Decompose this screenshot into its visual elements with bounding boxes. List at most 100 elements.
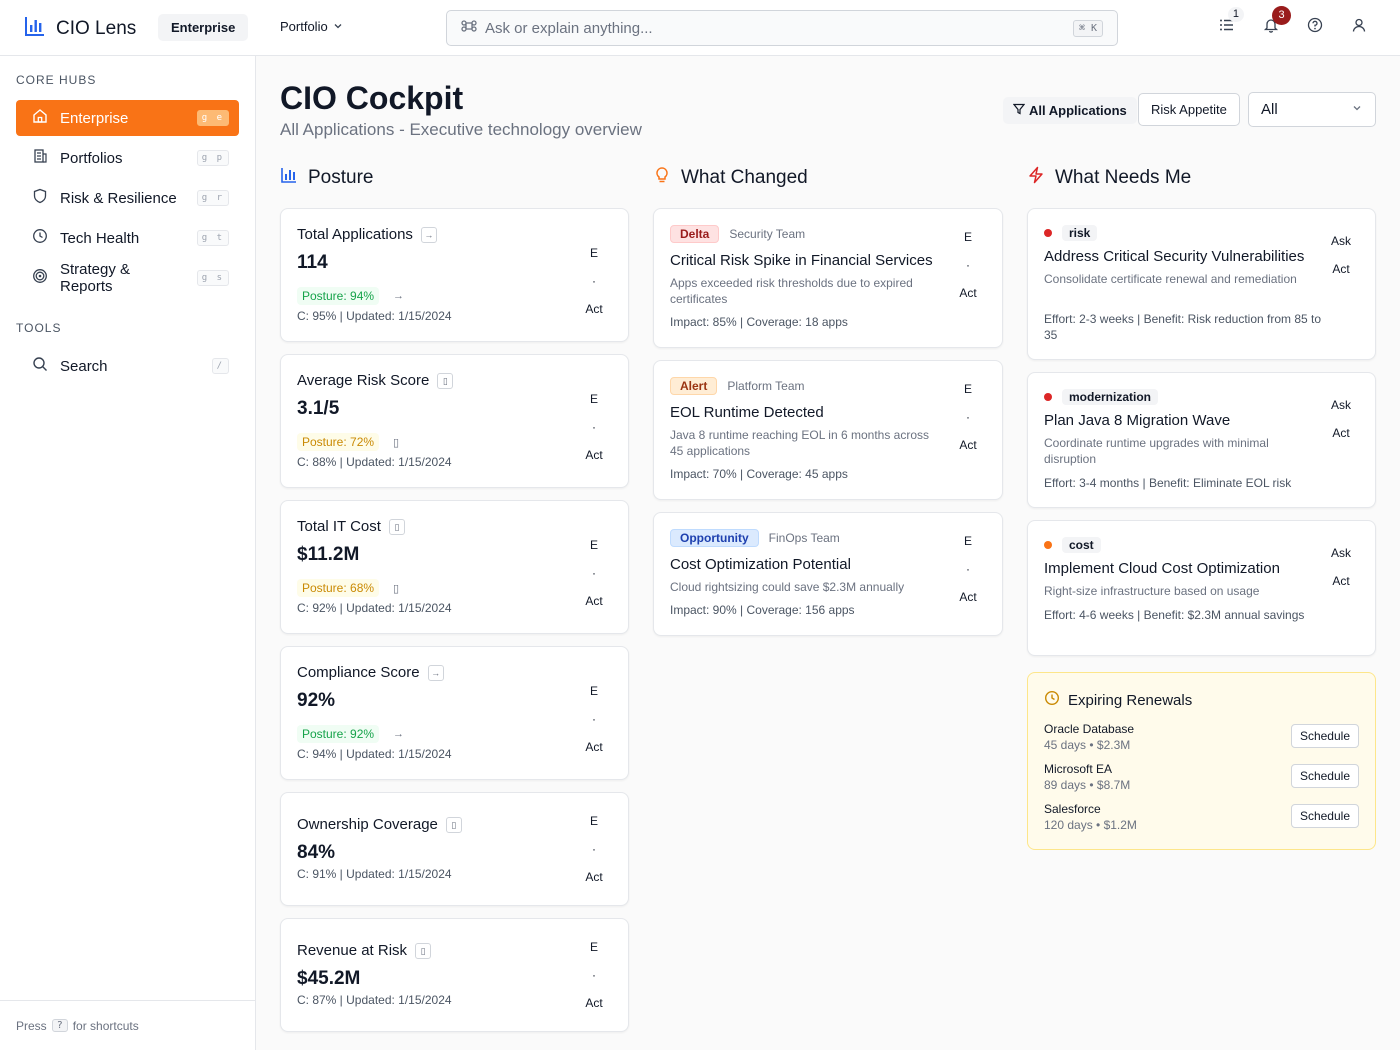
action-card[interactable]: cost Implement Cloud Cost Optimization R… [1027,520,1376,656]
ask-button[interactable]: Ask [1331,539,1351,567]
explain-act-controls[interactable]: E · Act [582,677,606,761]
sidebar-item-enterprise[interactable]: Enterprise g e [16,100,239,136]
footer-suffix: for shortcuts [72,1018,139,1033]
filter-icon [1012,103,1026,118]
explain-act-controls[interactable]: E · Act [582,933,606,1017]
schedule-button[interactable]: Schedule [1290,724,1359,748]
act-button[interactable]: Act [1331,567,1351,595]
shortcut-hint: / [211,358,229,374]
sidebar-item-risk-resilience[interactable]: Risk & Resilience g r [16,180,239,216]
act-button[interactable]: Act [956,431,980,459]
what-needs-me-heading: What Needs Me [1027,166,1191,190]
act-button[interactable]: Act [582,295,606,323]
command-search[interactable]: Ask or explain anything... ⌘ K [446,10,1118,46]
metric-card[interactable]: Total Applications → 114 Posture: 94% → C:… [280,208,629,342]
metric-card[interactable]: Total IT Cost ▯ $11.2M Posture: 68% ▯ C: 9… [280,500,629,634]
metric-label: Revenue at Risk [297,942,408,959]
ask-button[interactable]: Ask [1331,391,1351,419]
metric-meta: C: 94% | Updated: 1/15/2024 [297,747,452,761]
separator-dot: · [966,562,970,576]
action-card[interactable]: modernization Plan Java 8 Migration Wave… [1027,372,1376,508]
change-card[interactable]: Alert Platform Team EOL Runtime Detected … [653,360,1003,500]
metric-label-row: Revenue at Risk ▯ [297,942,432,959]
change-card[interactable]: Delta Security Team Critical Risk Spike i… [653,208,1003,348]
explain-button[interactable]: E [582,239,606,267]
action-card-header: risk [1044,225,1098,241]
help-button[interactable] [1304,16,1326,38]
explain-button[interactable]: E [582,933,606,961]
action-meta: Effort: 2-3 weeks | Benefit: Risk reduct… [1044,312,1322,342]
explain-act-controls[interactable]: E · Act [582,807,606,891]
act-button[interactable]: Act [582,989,606,1017]
bar-chart-icon [24,15,46,42]
explain-button[interactable]: E [582,677,606,705]
metric-card[interactable]: Compliance Score → 92% Posture: 92% → C: 9… [280,646,629,780]
ask-button[interactable]: Ask [1331,227,1351,255]
posture-badge: Posture: 72% [297,433,380,451]
ask-act-controls[interactable]: Ask Act [1331,227,1351,283]
explain-act-controls[interactable]: E · Act [956,527,980,611]
sidebar-item-search[interactable]: Search / [16,348,239,384]
environment-badge[interactable]: Enterprise [158,14,249,41]
schedule-button[interactable]: Schedule [1290,804,1359,828]
chevron-down-icon [1351,101,1363,118]
separator-dot: · [592,712,596,726]
sidebar-item-portfolios[interactable]: Portfolios g p [16,140,239,176]
clock-icon [1044,690,1060,710]
act-button[interactable]: Act [1331,255,1351,283]
separator-dot: · [592,968,596,982]
explain-act-controls[interactable]: E · Act [956,223,980,307]
shortcut-hint: g p [196,150,229,166]
explain-button[interactable]: E [956,375,980,403]
brand[interactable]: CIO Lens [24,15,136,42]
ask-act-controls[interactable]: Ask Act [1331,539,1351,595]
act-button[interactable]: Act [582,863,606,891]
schedule-button[interactable]: Schedule [1290,764,1359,788]
trend-arrow-icon: → [420,226,437,243]
scope-select[interactable]: All [1248,92,1376,127]
explain-button[interactable]: E [582,531,606,559]
action-card[interactable]: risk Address Critical Security Vulnerabi… [1027,208,1376,360]
explain-button[interactable]: E [582,385,606,413]
ask-act-controls[interactable]: Ask Act [1331,391,1351,447]
change-team: FinOps Team [768,531,840,545]
explain-button[interactable]: E [956,527,980,555]
renewals-header: Expiring Renewals [1044,690,1192,710]
metric-card[interactable]: Ownership Coverage ▯ 84% C: 91% | Updated… [280,792,629,906]
trend-arrow-icon: → [393,728,405,740]
sidebar-item-strategy-reports[interactable]: Strategy & Reports g s [16,260,239,296]
act-button[interactable]: Act [1331,419,1351,447]
portfolio-dropdown-label: Portfolio [280,19,328,34]
filter-badge[interactable]: All Applications [1003,97,1137,124]
metric-label: Total Applications [297,226,413,243]
act-button[interactable]: Act [582,733,606,761]
act-button[interactable]: Act [956,583,980,611]
notifications-button[interactable]: 3 [1260,6,1291,38]
sidebar-item-label: Enterprise [60,109,129,127]
task-list-button[interactable]: 1 [1216,7,1244,38]
metric-label: Average Risk Score [297,372,430,389]
explain-button[interactable]: E [582,807,606,835]
change-card[interactable]: Opportunity FinOps Team Cost Optimization… [653,512,1003,636]
explain-act-controls[interactable]: E · Act [582,385,606,469]
act-button[interactable]: Act [956,279,980,307]
separator-dot: · [592,274,596,288]
what-needs-me-title: What Needs Me [1055,167,1192,188]
action-card-header: cost [1044,537,1101,553]
explain-act-controls[interactable]: E · Act [956,375,980,459]
sidebar-item-label: Search [60,357,108,375]
portfolio-dropdown[interactable]: Portfolio [280,19,343,34]
explain-act-controls[interactable]: E · Act [582,239,606,323]
act-button[interactable]: Act [582,587,606,615]
sidebar-item-tech-health[interactable]: Tech Health g t [16,220,239,256]
act-button[interactable]: Act [582,441,606,469]
search-placeholder: Ask or explain anything... [485,19,653,37]
explain-button[interactable]: E [956,223,980,251]
posture-badge: Posture: 68% [297,579,380,597]
metric-card[interactable]: Average Risk Score ▯ 3.1/5 Posture: 72% ▯ … [280,354,629,488]
change-meta: Impact: 70% | Coverage: 45 apps [670,467,848,481]
risk-appetite-button[interactable]: Risk Appetite [1138,93,1240,126]
explain-act-controls[interactable]: E · Act [582,531,606,615]
user-menu-button[interactable] [1348,16,1370,38]
metric-card[interactable]: Revenue at Risk ▯ $45.2M C: 87% | Updated… [280,918,629,1032]
